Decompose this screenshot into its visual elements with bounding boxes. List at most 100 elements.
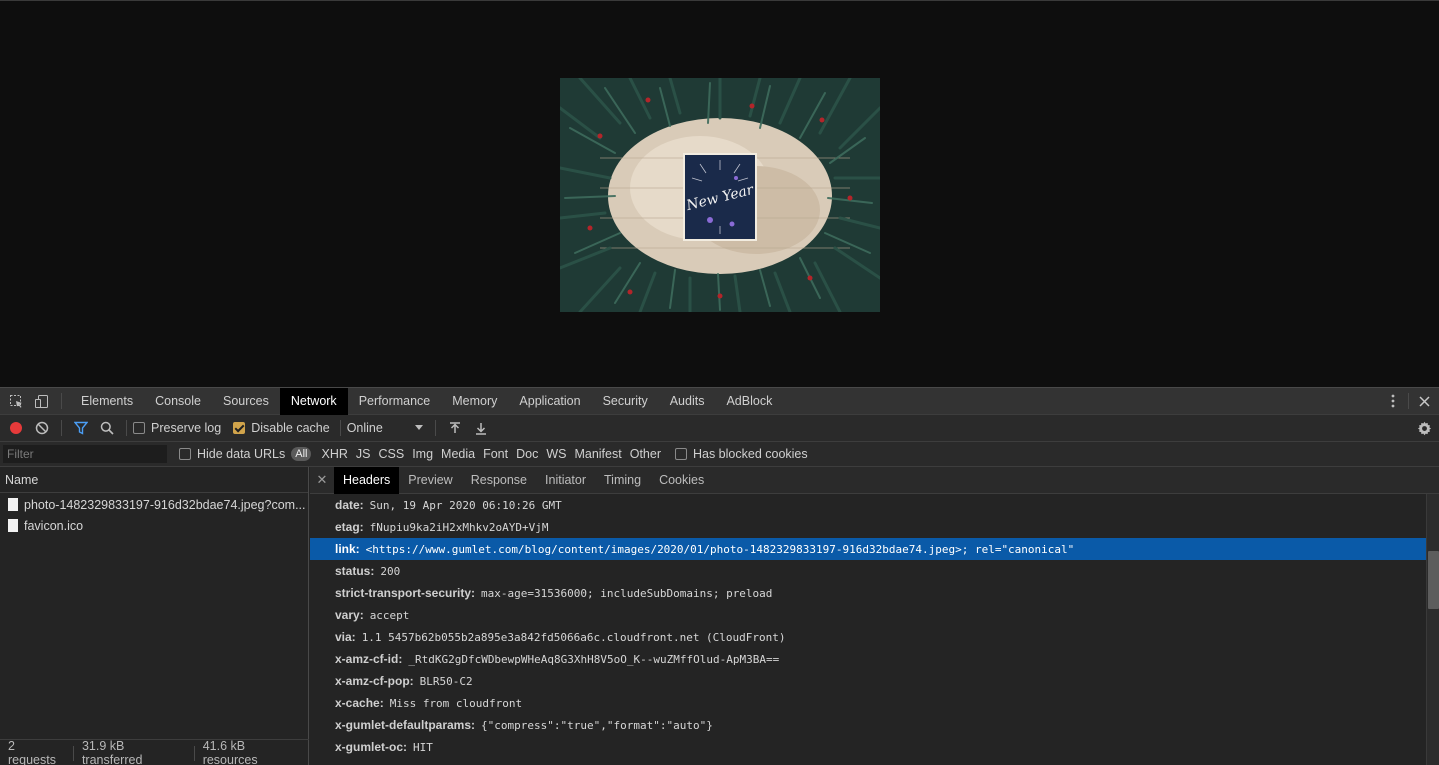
more-options-icon[interactable] [1380, 388, 1406, 414]
inspect-element-icon[interactable] [3, 388, 29, 414]
type-filter-media[interactable]: Media [437, 447, 479, 461]
filter-input[interactable] [3, 445, 167, 463]
preserve-log-label: Preserve log [151, 421, 222, 435]
tab-headers[interactable]: Headers [334, 466, 400, 494]
header-row[interactable]: x-amz-cf-id: _RtdKG2gDfcWDbewpWHeAq8G3XhH… [310, 648, 1426, 670]
separator [434, 420, 436, 436]
disable-cache-checkbox[interactable]: Disable cache [233, 421, 330, 435]
hide-data-urls-label: Hide data URLs [197, 447, 286, 461]
header-value: Miss from cloudfront [389, 696, 523, 710]
scrollbar-thumb[interactable] [1428, 551, 1439, 609]
header-name: x-gumlet-defaultparams: [335, 718, 476, 732]
type-filter-xhr[interactable]: XHR [317, 447, 351, 461]
header-name: status: [335, 564, 375, 578]
header-name: x-amz-cf-id: [335, 652, 403, 666]
header-row[interactable]: x-gumlet-defaultparams: {"compress":"true… [310, 714, 1426, 736]
tab-timing[interactable]: Timing [595, 467, 650, 494]
header-name: link: [335, 542, 360, 556]
header-name: strict-transport-security: [335, 586, 476, 600]
checkbox-box[interactable] [674, 448, 687, 460]
tab-audits[interactable]: Audits [659, 388, 716, 415]
document-icon [8, 498, 18, 511]
clear-icon[interactable] [29, 415, 55, 441]
has-blocked-cookies-checkbox[interactable]: Has blocked cookies [674, 447, 808, 461]
type-filter-ws[interactable]: WS [542, 447, 570, 461]
close-detail-icon[interactable]: ✕ [310, 472, 334, 488]
tab-response[interactable]: Response [462, 467, 536, 494]
filter-icon[interactable] [68, 415, 94, 441]
tab-memory[interactable]: Memory [441, 388, 508, 415]
response-headers-list: date: Sun, 19 Apr 2020 06:10:26 GMT etag:… [310, 494, 1426, 765]
record-icon[interactable] [3, 415, 29, 441]
header-row[interactable]: strict-transport-security: max-age=315360… [310, 582, 1426, 604]
resource-type-filters: All XHR JS CSS Img Media Font Doc WS Man… [291, 447, 665, 461]
type-filter-css[interactable]: CSS [374, 447, 408, 461]
type-filter-other[interactable]: Other [626, 447, 665, 461]
tab-adblock[interactable]: AdBlock [715, 388, 783, 415]
tab-network[interactable]: Network [279, 387, 348, 415]
header-name: x-amz-cf-pop: [335, 674, 414, 688]
request-count: 2 requests [8, 739, 56, 765]
tab-security[interactable]: Security [592, 388, 659, 415]
tab-application[interactable]: Application [508, 388, 591, 415]
checkbox-box[interactable] [133, 422, 145, 434]
throttle-select[interactable]: Online [347, 421, 423, 435]
header-row[interactable]: x-cache: Miss from cloudfront [310, 692, 1426, 714]
tab-initiator[interactable]: Initiator [536, 467, 595, 494]
header-row[interactable]: x-amz-cf-pop: BLR50-C2 [310, 670, 1426, 692]
header-row[interactable]: vary: accept [310, 604, 1426, 626]
header-name: x-cache: [335, 696, 384, 710]
type-filter-doc[interactable]: Doc [512, 447, 542, 461]
header-value: accept [369, 608, 410, 622]
separator [126, 420, 127, 436]
tab-sources[interactable]: Sources [212, 388, 280, 415]
name-column-header[interactable]: Name [0, 467, 308, 493]
header-value: 1.1 5457b62b055b2a895e3a842fd5066a6c.clo… [361, 630, 786, 644]
tab-cookies[interactable]: Cookies [650, 467, 713, 494]
settings-gear-icon[interactable] [1411, 415, 1437, 441]
header-row[interactable]: x-gumlet-oc: HIT [310, 736, 1426, 758]
header-row[interactable]: etag: fNupiu9ka2iH2xMhkv2oAYD+VjM [310, 516, 1426, 538]
header-value: {"compress":"true","format":"auto"} [481, 718, 713, 732]
import-har-icon[interactable] [442, 415, 468, 441]
type-filter-manifest[interactable]: Manifest [570, 447, 625, 461]
close-devtools-icon[interactable] [1411, 388, 1437, 414]
header-row[interactable]: status: 200 [310, 560, 1426, 582]
tab-preview[interactable]: Preview [399, 467, 461, 494]
tab-performance[interactable]: Performance [348, 388, 442, 415]
devtools-main-tabbar: Elements Console Sources Network Perform… [0, 387, 1439, 415]
search-icon[interactable] [94, 415, 120, 441]
tab-console[interactable]: Console [144, 388, 212, 415]
type-filter-font[interactable]: Font [479, 447, 512, 461]
header-row[interactable]: via: 1.1 5457b62b055b2a895e3a842fd5066a6c… [310, 626, 1426, 648]
type-filter-all[interactable]: All [291, 447, 312, 461]
device-toolbar-icon[interactable] [29, 388, 55, 414]
separator [339, 420, 341, 436]
header-name: etag: [335, 520, 364, 534]
requests-pane: Name photo-1482329833197-916d32bdae74.jp… [0, 467, 309, 765]
type-filter-img[interactable]: Img [408, 447, 437, 461]
request-row[interactable]: photo-1482329833197-916d32bdae74.jpeg?co… [0, 494, 308, 515]
tab-elements[interactable]: Elements [70, 388, 144, 415]
hide-data-urls-checkbox[interactable]: Hide data URLs [179, 447, 285, 461]
header-row[interactable]: date: Sun, 19 Apr 2020 06:10:26 GMT [310, 494, 1426, 516]
export-har-icon[interactable] [468, 415, 494, 441]
new-year-photo: New Year [560, 78, 880, 312]
header-name: date: [335, 498, 364, 512]
transferred-size: 31.9 kB transferred [72, 739, 194, 765]
separator [1408, 393, 1409, 409]
header-name: x-gumlet-oc: [335, 740, 407, 754]
devtools-panel: Elements Console Sources Network Perform… [0, 387, 1439, 765]
checkbox-box[interactable] [179, 448, 191, 460]
separator [61, 393, 62, 409]
header-row-selected[interactable]: link: <https://www.gumlet.com/blog/conten… [310, 538, 1426, 560]
dropdown-arrow-icon [414, 425, 423, 430]
type-filter-js[interactable]: JS [352, 447, 375, 461]
request-name: photo-1482329833197-916d32bdae74.jpeg?co… [24, 497, 306, 512]
header-value: _RtdKG2gDfcWDbewpWHeAq8G3XhH8V5oO_K--wuZ… [408, 652, 780, 666]
checkbox-box-checked[interactable] [233, 422, 246, 434]
preserve-log-checkbox[interactable]: Preserve log [133, 421, 221, 435]
request-row[interactable]: favicon.ico [0, 515, 308, 536]
network-summary-bar: 2 requests 31.9 kB transferred 41.6 kB r… [0, 739, 309, 765]
vertical-scrollbar[interactable] [1426, 494, 1439, 765]
